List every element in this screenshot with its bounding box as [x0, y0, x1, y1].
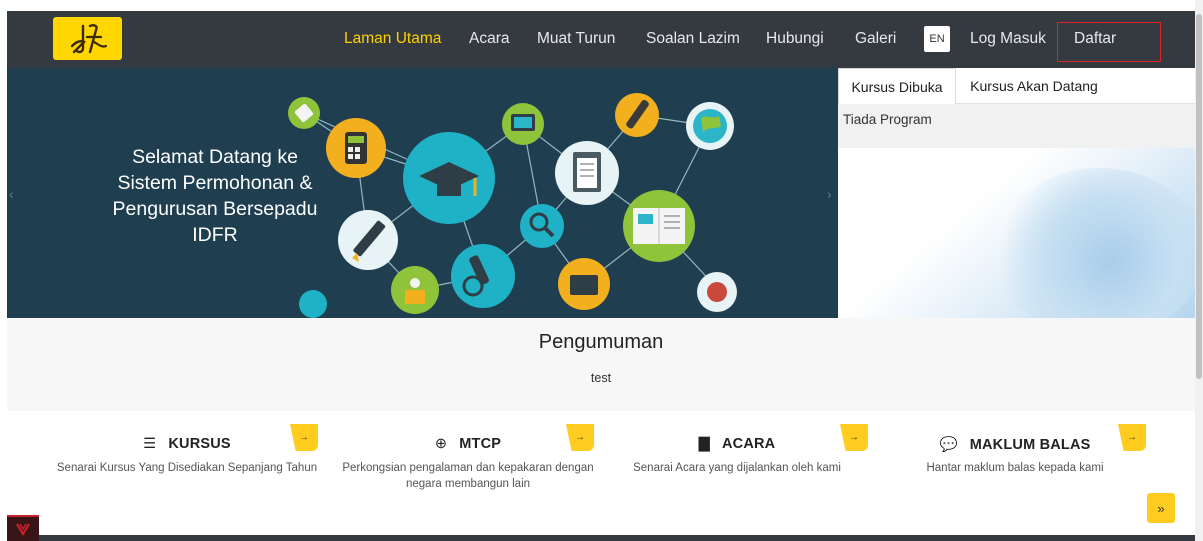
hero-welcome-text: Selamat Datang ke Sistem Permohonan & Pe… [105, 144, 325, 248]
feature-title-text: MAKLUM BALAS [969, 437, 1091, 453]
hero-line: Sistem Permohonan & [117, 172, 313, 194]
announcement-title: Pengumuman [538, 331, 664, 353]
scrollbar-thumb[interactable] [1196, 14, 1202, 379]
feature-description: Senarai Acara yang dijalankan oleh kami [633, 462, 841, 474]
nav-galeri[interactable]: Galeri [855, 30, 896, 48]
double-chevron-up-icon: » [1157, 500, 1165, 516]
announcement-section: Pengumuman test [7, 318, 1195, 411]
calendar-icon: ▇ [698, 436, 710, 452]
feature-title: ▇ ACARA [597, 436, 877, 452]
list-icon: ☰ [143, 436, 157, 452]
scroll-to-top-button[interactable]: » [1147, 493, 1175, 523]
hero-line: Selamat Datang ke [132, 146, 298, 168]
nav-hubungi[interactable]: Hubungi [766, 30, 824, 48]
corner-logo-glyph [16, 523, 30, 536]
login-link[interactable]: Log Masuk [970, 30, 1046, 48]
feature-acara[interactable]: ▇ ACARA Senarai Acara yang dijalankan ole… [597, 424, 877, 504]
feature-title: ☰ KURSUS [47, 436, 327, 452]
feature-title-text: KURSUS [168, 436, 231, 452]
hero-line: IDFR [192, 224, 238, 246]
corner-logo-icon[interactable] [7, 515, 39, 541]
idfr-logo[interactable] [53, 17, 122, 60]
nav-acara[interactable]: Acara [469, 30, 510, 48]
no-program-text: Tiada Program [843, 112, 932, 127]
globe-icon: ⊕ [434, 436, 448, 452]
decorative-watercolor [995, 168, 1195, 318]
feature-description: Perkongsian pengalaman dan kepakaran den… [342, 462, 594, 490]
tab-kursus-dibuka[interactable]: Kursus Dibuka [838, 68, 956, 104]
feature-title-text: ACARA [722, 436, 776, 452]
nav-muat-turun[interactable]: Muat Turun [537, 30, 615, 48]
feature-description: Senarai Kursus Yang Disediakan Sepanjang… [56, 462, 318, 474]
footer-bar [7, 535, 1195, 541]
tab-kursus-akan-datang[interactable]: Kursus Akan Datang [964, 68, 1104, 104]
hero-carousel: Selamat Datang ke Sistem Permohonan & Pe… [7, 68, 838, 318]
comments-icon: 💬 [939, 437, 958, 453]
feature-title-text: MTCP [459, 436, 502, 452]
announcement-body: test [590, 371, 612, 385]
tab-content: Tiada Program [838, 104, 1195, 148]
register-link[interactable]: Daftar [1074, 30, 1116, 48]
carousel-prev-icon[interactable]: ‹ [9, 186, 14, 202]
top-navbar: Laman Utama Acara Muat Turun Soalan Lazi… [7, 11, 1195, 68]
carousel-next-icon[interactable]: › [827, 186, 832, 202]
page-scrollbar[interactable] [1195, 0, 1203, 541]
nav-soalan-lazim[interactable]: Soalan Lazim [646, 30, 740, 48]
feature-kursus[interactable]: ☰ KURSUS Senarai Kursus Yang Disediakan S… [47, 424, 327, 504]
language-toggle-button[interactable]: EN [924, 26, 950, 52]
feature-maklum-balas[interactable]: 💬 MAKLUM BALAS Hantar maklum balas kepada… [875, 424, 1155, 504]
course-tabs: Kursus Dibuka Kursus Akan Datang [838, 68, 1195, 104]
course-tabs-panel: Kursus Dibuka Kursus Akan Datang Tiada P… [838, 68, 1195, 318]
feature-title: 💬 MAKLUM BALAS [875, 436, 1155, 453]
hero-line: Pengurusan Bersepadu [112, 198, 318, 220]
nav-laman-utama[interactable]: Laman Utama [344, 30, 441, 48]
idfr-logo-icon [70, 23, 107, 53]
feature-mtcp[interactable]: ⊕ MTCP Perkongsian pengalaman dan kepakar… [328, 424, 608, 504]
feature-description: Hantar maklum balas kepada kami [926, 462, 1104, 474]
page: Laman Utama Acara Muat Turun Soalan Lazi… [0, 0, 1203, 541]
feature-title: ⊕ MTCP [328, 436, 608, 452]
